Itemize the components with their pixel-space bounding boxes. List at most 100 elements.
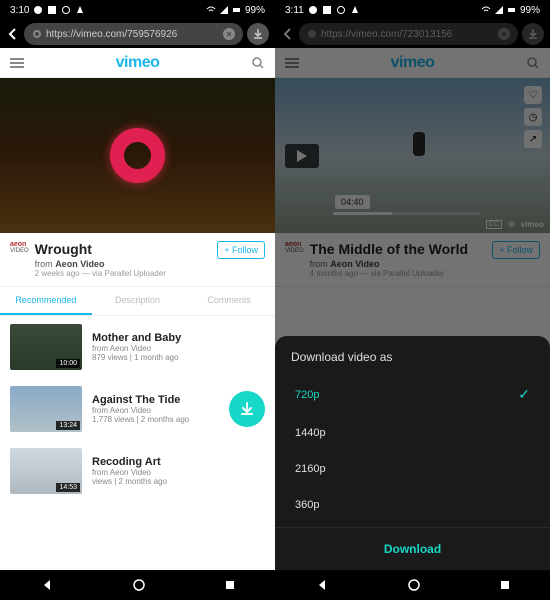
nav-recent-icon[interactable] <box>224 579 236 591</box>
video-hero: ♡ ◷ ↗ 04:40 CC ⚙ vimeo <box>275 78 550 233</box>
list-item[interactable]: 10:00 Mother and Baby from Aeon Video 87… <box>0 316 275 378</box>
video-meta: aeon VIDEO The Middle of the World from … <box>275 233 550 287</box>
video-duration: 04:40 <box>335 195 370 209</box>
item-title: Against The Tide <box>92 394 219 406</box>
nav-home-icon[interactable] <box>133 579 145 591</box>
back-button[interactable] <box>6 27 20 41</box>
notif-icon <box>308 5 318 15</box>
vimeo-logo[interactable]: vimeo <box>116 54 160 72</box>
video-posted: 2 weeks ago — via Parallel Uploader <box>35 269 212 278</box>
status-bar: 3:11 99% <box>275 0 550 20</box>
list-item[interactable]: 13:24 Against The Tide from Aeon Video 1… <box>0 378 275 440</box>
status-battery: 99% <box>245 5 265 16</box>
battery-icon <box>232 5 242 15</box>
sheet-title: Download video as <box>275 350 550 374</box>
nav-back-icon[interactable] <box>40 578 54 592</box>
hero-image <box>110 128 165 183</box>
signal-icon <box>219 5 229 15</box>
menu-button <box>285 58 299 68</box>
app-bar: vimeo <box>0 48 275 78</box>
tab-recommended[interactable]: Recommended <box>0 287 92 315</box>
nav-back-icon[interactable] <box>315 578 329 592</box>
item-meta: views | 2 months ago <box>92 477 265 486</box>
wifi-icon <box>206 5 216 15</box>
lock-icon <box>32 29 42 39</box>
tabs: Recommended Description Comments <box>0 287 275 316</box>
thumbnail: 13:24 <box>10 386 82 432</box>
status-bar: 3:10 99% <box>0 0 275 20</box>
cc-icon: CC <box>486 220 502 229</box>
gear-icon: ⚙ <box>508 220 515 229</box>
quality-option-720p[interactable]: 720p ✓ <box>275 374 550 415</box>
chevron-left-icon <box>6 27 20 41</box>
play-button <box>285 144 319 168</box>
search-icon[interactable] <box>251 56 265 70</box>
share-icon: ↗ <box>524 130 542 148</box>
alarm-icon <box>336 5 346 15</box>
video-channel: from Aeon Video <box>310 259 487 269</box>
url-field: https://vimeo.com/723013156 ✕ <box>299 23 518 45</box>
lock-icon <box>307 29 317 39</box>
tab-description[interactable]: Description <box>92 287 184 315</box>
alarm-icon <box>61 5 71 15</box>
download-button[interactable] <box>247 23 269 45</box>
notif-icon <box>75 5 85 15</box>
battery-icon <box>507 5 517 15</box>
clear-icon: ✕ <box>498 28 510 40</box>
video-channel[interactable]: from Aeon Video <box>35 259 212 269</box>
video-posted: 4 months ago — via Parallel Uploader <box>310 269 487 278</box>
quality-option-2160p[interactable]: 2160p <box>275 451 550 487</box>
scrubber <box>333 212 480 215</box>
wifi-icon <box>481 5 491 15</box>
status-time: 3:10 <box>10 5 29 16</box>
quality-option-360p[interactable]: 360p <box>275 487 550 523</box>
clock-icon: ◷ <box>524 108 542 126</box>
android-nav-bar <box>0 570 275 600</box>
list-item[interactable]: 14:53 Recoding Art from Aeon Video views… <box>0 440 275 502</box>
video-title: The Middle of the World <box>310 241 487 257</box>
tab-comments[interactable]: Comments <box>183 287 275 315</box>
url-field[interactable]: https://vimeo.com/759576926 ✕ <box>24 23 243 45</box>
video-hero[interactable] <box>0 78 275 233</box>
video-meta: aeon VIDEO Wrought from Aeon Video 2 wee… <box>0 233 275 287</box>
download-icon <box>252 28 264 40</box>
app-bar: vimeo <box>275 48 550 78</box>
thumbnail: 10:00 <box>10 324 82 370</box>
search-icon <box>526 56 540 70</box>
signal-icon <box>494 5 504 15</box>
thumbnail: 14:53 <box>10 448 82 494</box>
follow-button[interactable]: + Follow <box>217 241 265 259</box>
quality-option-1440p[interactable]: 1440p <box>275 415 550 451</box>
item-meta: 879 views | 1 month ago <box>92 353 265 362</box>
status-battery: 99% <box>520 5 540 16</box>
like-icon: ♡ <box>524 86 542 104</box>
notif-icon <box>47 5 57 15</box>
chevron-left-icon <box>281 27 295 41</box>
nav-recent-icon[interactable] <box>499 579 511 591</box>
check-icon: ✓ <box>518 386 530 403</box>
channel-avatar: aeon VIDEO <box>285 241 304 254</box>
channel-avatar[interactable]: aeon VIDEO <box>10 241 29 254</box>
notif-icon <box>322 5 332 15</box>
download-action[interactable]: Download <box>275 527 550 564</box>
item-title: Recoding Art <box>92 456 265 468</box>
url-text: https://vimeo.com/759576926 <box>46 29 219 40</box>
browser-url-bar: https://vimeo.com/723013156 ✕ <box>275 20 550 48</box>
android-nav-bar <box>275 570 550 600</box>
back-button <box>281 27 295 41</box>
item-from: from Aeon Video <box>92 344 265 353</box>
phone-right: 3:11 99% https://vimeo.com/723013156 ✕ <box>275 0 550 600</box>
item-meta: 1,778 views | 2 months ago <box>92 415 219 424</box>
brand-overlay: vimeo <box>521 220 544 229</box>
url-text: https://vimeo.com/723013156 <box>321 29 494 40</box>
download-icon <box>527 28 539 40</box>
page-content: vimeo aeon VIDEO Wrought from Aeon Video… <box>0 48 275 570</box>
clear-icon[interactable]: ✕ <box>223 28 235 40</box>
vimeo-logo: vimeo <box>391 54 435 72</box>
item-title: Mother and Baby <box>92 332 265 344</box>
download-fab[interactable] <box>229 391 265 427</box>
status-time: 3:11 <box>285 5 304 16</box>
video-title: Wrought <box>35 241 212 257</box>
menu-button[interactable] <box>10 58 24 68</box>
nav-home-icon[interactable] <box>408 579 420 591</box>
